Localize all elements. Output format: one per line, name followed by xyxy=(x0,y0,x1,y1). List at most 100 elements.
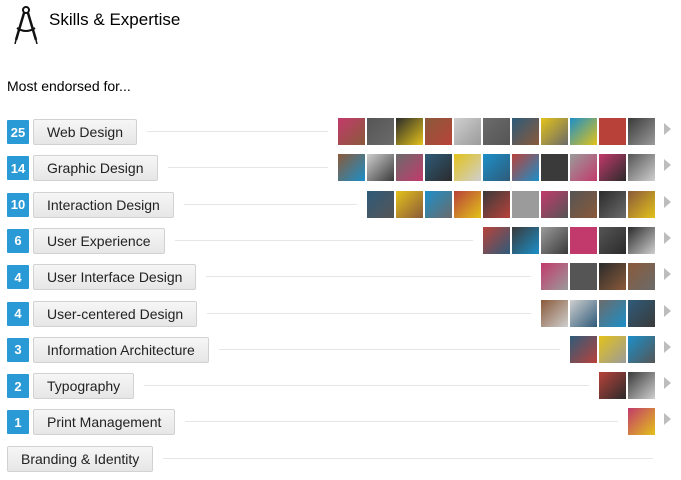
avatar[interactable] xyxy=(338,118,365,145)
avatar[interactable] xyxy=(628,408,655,436)
avatar[interactable] xyxy=(570,335,597,363)
divider-line xyxy=(219,348,560,350)
skills-header xyxy=(13,5,39,45)
divider-line xyxy=(163,457,653,459)
chevron-right-icon[interactable] xyxy=(664,195,671,208)
skill-row: 4 User Interface Design xyxy=(7,263,673,291)
avatar[interactable] xyxy=(570,190,597,218)
avatar[interactable] xyxy=(541,154,568,182)
avatar[interactable] xyxy=(570,263,597,291)
avatar[interactable] xyxy=(367,154,394,182)
divider-line xyxy=(207,312,531,314)
avatar[interactable] xyxy=(367,190,394,218)
skill-row: 2 Typography xyxy=(7,372,673,400)
avatar[interactable] xyxy=(628,190,655,218)
chevron-right-icon[interactable] xyxy=(664,268,671,281)
avatar[interactable] xyxy=(338,154,365,182)
avatar[interactable] xyxy=(541,263,568,291)
avatar[interactable] xyxy=(628,154,655,182)
avatar[interactable] xyxy=(599,335,626,363)
avatar[interactable] xyxy=(483,226,510,254)
endorsement-count[interactable]: 1 xyxy=(7,410,29,435)
avatar[interactable] xyxy=(396,118,423,145)
endorsement-count[interactable]: 14 xyxy=(7,156,29,181)
skill-pill[interactable]: Information Architecture xyxy=(33,336,209,363)
avatar[interactable] xyxy=(454,154,481,182)
avatar[interactable] xyxy=(512,154,539,182)
avatar[interactable] xyxy=(628,118,655,145)
avatar[interactable] xyxy=(599,190,626,218)
avatar[interactable] xyxy=(541,118,568,145)
endorsement-count[interactable]: 2 xyxy=(7,374,29,399)
avatar[interactable] xyxy=(599,118,626,145)
endorser-avatars xyxy=(541,299,655,327)
avatar[interactable] xyxy=(425,154,452,182)
avatar[interactable] xyxy=(599,372,626,400)
avatar[interactable] xyxy=(628,372,655,400)
avatar[interactable] xyxy=(541,299,568,327)
endorsement-count[interactable]: 4 xyxy=(7,301,29,326)
skill-pill[interactable]: User-centered Design xyxy=(33,300,198,327)
section-title: Skills & Expertise xyxy=(49,10,181,29)
chevron-right-icon[interactable] xyxy=(664,159,671,172)
skill-row: 14 Graphic Design xyxy=(7,154,673,182)
endorsement-count[interactable]: 10 xyxy=(7,192,29,217)
avatar[interactable] xyxy=(483,118,510,145)
skill-pill[interactable]: Web Design xyxy=(33,119,138,145)
avatar[interactable] xyxy=(512,226,539,254)
endorser-avatars xyxy=(541,263,655,291)
skill-pill[interactable]: Graphic Design xyxy=(33,155,158,182)
avatar[interactable] xyxy=(628,263,655,291)
avatar[interactable] xyxy=(570,118,597,145)
avatar[interactable] xyxy=(628,335,655,363)
avatar[interactable] xyxy=(599,299,626,327)
avatar[interactable] xyxy=(454,190,481,218)
avatar[interactable] xyxy=(599,263,626,291)
avatar[interactable] xyxy=(599,154,626,182)
avatar[interactable] xyxy=(570,226,597,254)
endorsement-count[interactable]: 4 xyxy=(7,265,29,290)
avatar[interactable] xyxy=(599,226,626,254)
endorsement-count[interactable]: 25 xyxy=(7,120,29,144)
skill-pill[interactable]: Interaction Design xyxy=(33,191,174,218)
endorser-avatars xyxy=(338,118,655,145)
avatar[interactable] xyxy=(512,190,539,218)
avatar[interactable] xyxy=(570,299,597,327)
avatar[interactable] xyxy=(454,118,481,145)
avatar[interactable] xyxy=(628,226,655,254)
skill-pill[interactable]: User Interface Design xyxy=(33,264,197,291)
avatar[interactable] xyxy=(367,118,394,145)
skill-pill[interactable]: User Experience xyxy=(33,227,165,254)
avatar[interactable] xyxy=(628,299,655,327)
chevron-right-icon[interactable] xyxy=(664,340,671,353)
skill-pill[interactable]: Typography xyxy=(33,373,135,400)
divider-line xyxy=(144,385,589,387)
chevron-right-icon[interactable] xyxy=(664,377,671,390)
divider-line xyxy=(184,203,357,205)
avatar[interactable] xyxy=(396,190,423,218)
skill-row: 25 Web Design xyxy=(7,118,673,145)
endorser-avatars xyxy=(367,190,655,218)
avatar[interactable] xyxy=(425,190,452,218)
endorser-avatars xyxy=(570,335,655,363)
avatar[interactable] xyxy=(541,226,568,254)
endorsement-count[interactable]: 6 xyxy=(7,228,29,253)
chevron-right-icon[interactable] xyxy=(664,231,671,244)
endorser-avatars xyxy=(483,226,655,254)
avatar[interactable] xyxy=(425,118,452,145)
chevron-right-icon[interactable] xyxy=(664,304,671,317)
avatar[interactable] xyxy=(483,154,510,182)
avatar[interactable] xyxy=(512,118,539,145)
skill-row: 10 Interaction Design xyxy=(7,190,673,218)
drafting-compass-icon xyxy=(13,6,39,44)
avatar[interactable] xyxy=(570,154,597,182)
endorsement-count[interactable]: 3 xyxy=(7,337,29,362)
chevron-right-icon[interactable] xyxy=(664,123,671,135)
avatar[interactable] xyxy=(541,190,568,218)
chevron-right-icon[interactable] xyxy=(664,413,671,426)
avatar[interactable] xyxy=(483,190,510,218)
skill-pill[interactable]: Print Management xyxy=(33,409,176,436)
skill-pill[interactable]: Branding & Identity xyxy=(7,445,154,472)
divider-line xyxy=(185,421,618,423)
avatar[interactable] xyxy=(396,154,423,182)
